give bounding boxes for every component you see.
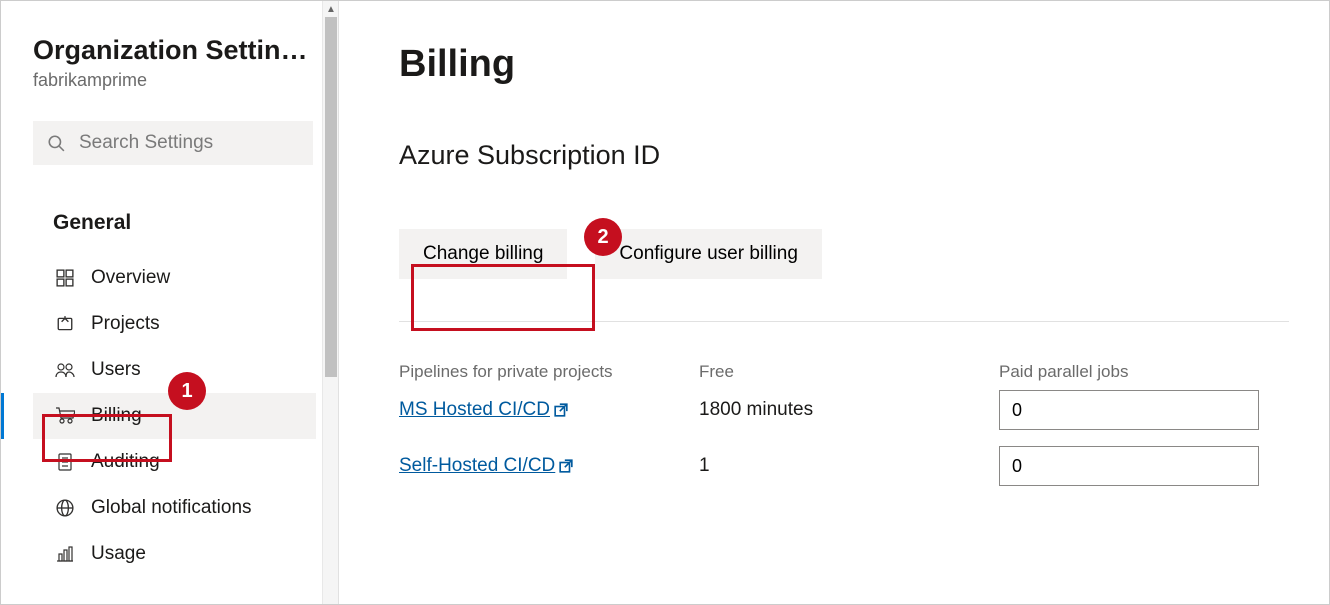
free-value: 1 xyxy=(699,455,999,477)
billing-icon xyxy=(53,407,77,425)
search-icon xyxy=(47,134,65,152)
auditing-icon xyxy=(53,453,77,471)
sidebar-item-label: Billing xyxy=(91,405,142,427)
sidebar-item-label: Users xyxy=(91,359,141,381)
sidebar-item-usage[interactable]: Usage xyxy=(33,531,316,577)
overview-icon xyxy=(53,269,77,287)
section-header-general: General xyxy=(33,211,316,235)
external-link-icon xyxy=(554,403,568,417)
sidebar-item-label: Projects xyxy=(91,313,160,335)
divider xyxy=(399,321,1289,322)
main-content: Billing Azure Subscription ID Change bil… xyxy=(339,1,1329,604)
sidebar: Organization Settin… fabrikamprime Searc… xyxy=(1,1,339,604)
nav-list: Overview Projects Users Billing xyxy=(33,255,316,577)
configure-user-billing-button[interactable]: Configure user billing xyxy=(595,229,822,279)
ms-hosted-link[interactable]: MS Hosted CI/CD xyxy=(399,399,568,421)
search-placeholder: Search Settings xyxy=(79,132,213,154)
annotation-badge-1: 1 xyxy=(168,372,206,410)
table-row: MS Hosted CI/CD 1800 minutes xyxy=(399,382,1289,438)
table-row: Self-Hosted CI/CD 1 xyxy=(399,438,1289,494)
users-icon xyxy=(53,362,77,378)
projects-icon xyxy=(53,315,77,333)
org-name: fabrikamprime xyxy=(33,70,316,91)
link-label: Self-Hosted CI/CD xyxy=(399,455,555,477)
usage-icon xyxy=(53,546,77,562)
subscription-heading: Azure Subscription ID xyxy=(399,140,1289,171)
scrollbar[interactable]: ▲ xyxy=(322,1,338,604)
col-header-free: Free xyxy=(699,362,999,382)
scroll-up-icon[interactable]: ▲ xyxy=(323,1,339,17)
sidebar-item-global-notifications[interactable]: Global notifications xyxy=(33,485,316,531)
search-input[interactable]: Search Settings xyxy=(33,121,313,165)
sidebar-item-label: Global notifications xyxy=(91,497,252,519)
main-title: Billing xyxy=(399,43,1289,86)
sidebar-item-label: Overview xyxy=(91,267,170,289)
notifications-icon xyxy=(53,499,77,517)
paid-jobs-input[interactable] xyxy=(999,390,1259,430)
col-header-pipelines: Pipelines for private projects xyxy=(399,362,699,382)
change-billing-button[interactable]: Change billing xyxy=(399,229,567,279)
sidebar-item-projects[interactable]: Projects xyxy=(33,301,316,347)
free-value: 1800 minutes xyxy=(699,399,999,421)
page-title: Organization Settin… xyxy=(33,35,313,66)
sidebar-item-auditing[interactable]: Auditing xyxy=(33,439,316,485)
sidebar-item-overview[interactable]: Overview xyxy=(33,255,316,301)
self-hosted-link[interactable]: Self-Hosted CI/CD xyxy=(399,455,573,477)
sidebar-item-label: Usage xyxy=(91,543,146,565)
pipelines-table: Pipelines for private projects Free Paid… xyxy=(399,362,1289,494)
link-label: MS Hosted CI/CD xyxy=(399,399,550,421)
scrollbar-thumb[interactable] xyxy=(325,17,337,377)
annotation-badge-2: 2 xyxy=(584,218,622,256)
sidebar-item-label: Auditing xyxy=(91,451,160,473)
paid-jobs-input[interactable] xyxy=(999,446,1259,486)
col-header-paid: Paid parallel jobs xyxy=(999,362,1279,382)
external-link-icon xyxy=(559,459,573,473)
